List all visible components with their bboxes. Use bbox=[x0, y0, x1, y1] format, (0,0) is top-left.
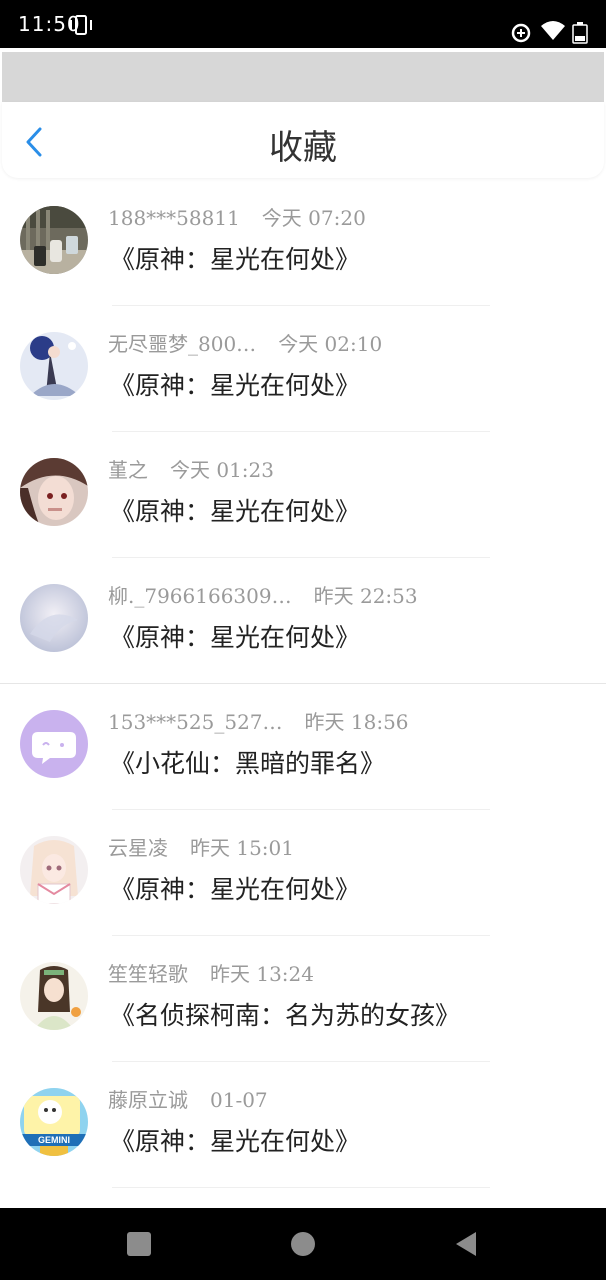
user-name: 堇之 bbox=[108, 458, 148, 482]
timestamp: 昨天 18:56 bbox=[304, 710, 409, 734]
avatar bbox=[20, 584, 88, 652]
timestamp: 昨天 15:01 bbox=[190, 836, 294, 860]
avatar bbox=[20, 710, 88, 778]
timestamp: 今天 01:23 bbox=[170, 458, 274, 482]
list-item[interactable]: 堇之 今天 01:23 《原神：星光在何处》 bbox=[0, 432, 606, 558]
item-title: 《原神：星光在何处》 bbox=[110, 497, 361, 526]
item-title: 《原神：星光在何处》 bbox=[110, 371, 361, 400]
item-title: 《原神：星光在何处》 bbox=[110, 245, 361, 274]
user-name: 无尽噩梦_800… bbox=[108, 332, 257, 356]
item-title: 《原神：星光在何处》 bbox=[110, 623, 361, 652]
divider bbox=[112, 1187, 490, 1188]
avatar-badge-text: GEMINI bbox=[38, 1135, 70, 1145]
timestamp: 昨天 22:53 bbox=[313, 584, 418, 608]
list-item[interactable]: GEMINI 藤原立诚 01-07 《原神：星光在何处》 bbox=[0, 1062, 606, 1188]
home-button[interactable] bbox=[291, 1232, 315, 1256]
page-title: 收藏 bbox=[269, 128, 337, 168]
top-banner-placeholder bbox=[2, 52, 604, 102]
avatar bbox=[20, 962, 88, 1030]
avatar bbox=[20, 836, 88, 904]
item-meta: 153***525_527… 昨天 18:56 bbox=[108, 706, 409, 735]
item-meta: 柳._7966166309… 昨天 22:53 bbox=[108, 580, 418, 609]
timestamp: 01-07 bbox=[210, 1088, 268, 1112]
user-name: 188***58811 bbox=[108, 206, 240, 230]
user-name: 柳._7966166309… bbox=[108, 584, 292, 608]
list-item[interactable]: 153***525_527… 昨天 18:56 《小花仙：黑暗的罪名》 bbox=[0, 684, 606, 810]
item-title: 《原神：星光在何处》 bbox=[110, 1127, 361, 1156]
avatar bbox=[20, 458, 88, 526]
header-bar: 收藏 bbox=[2, 102, 604, 178]
recent-apps-button[interactable] bbox=[127, 1232, 151, 1256]
wifi-icon bbox=[541, 21, 565, 40]
timestamp: 今天 02:10 bbox=[278, 332, 383, 356]
list-item[interactable]: 无尽噩梦_800… 今天 02:10 《原神：星光在何处》 bbox=[0, 306, 606, 432]
user-name: 153***525_527… bbox=[108, 710, 283, 734]
data-saver-icon bbox=[511, 23, 531, 43]
favorites-list: 188***58811 今天 07:20 《原神：星光在何处》 无尽噩梦_800…… bbox=[0, 180, 606, 1208]
item-title: 《名侦探柯南：名为苏的女孩》 bbox=[110, 1001, 461, 1030]
timestamp: 今天 07:20 bbox=[261, 206, 366, 230]
list-item[interactable]: 笙笙轻歌 昨天 13:24 《名侦探柯南：名为苏的女孩》 bbox=[0, 936, 606, 1062]
avatar bbox=[20, 206, 88, 274]
user-name: 云星凌 bbox=[108, 836, 168, 860]
status-bar: 11:50 bbox=[0, 0, 606, 48]
item-meta: 无尽噩梦_800… 今天 02:10 bbox=[108, 328, 382, 357]
item-meta: 笙笙轻歌 昨天 13:24 bbox=[108, 958, 314, 987]
avatar: GEMINI bbox=[20, 1088, 88, 1156]
battery-icon bbox=[572, 22, 588, 44]
user-name: 笙笙轻歌 bbox=[108, 962, 188, 986]
item-meta: 藤原立诚 01-07 bbox=[108, 1084, 268, 1113]
user-name: 藤原立诚 bbox=[108, 1088, 188, 1112]
system-navigation-bar bbox=[0, 1208, 606, 1280]
avatar bbox=[20, 332, 88, 400]
item-title: 《原神：星光在何处》 bbox=[110, 875, 361, 904]
vibrate-icon bbox=[70, 15, 92, 35]
timestamp: 昨天 13:24 bbox=[210, 962, 314, 986]
item-meta: 堇之 今天 01:23 bbox=[108, 454, 274, 483]
item-meta: 云星凌 昨天 15:01 bbox=[108, 832, 294, 861]
item-meta: 188***58811 今天 07:20 bbox=[108, 202, 366, 231]
list-item[interactable]: 188***58811 今天 07:20 《原神：星光在何处》 bbox=[0, 180, 606, 306]
list-item[interactable]: 柳._7966166309… 昨天 22:53 《原神：星光在何处》 bbox=[0, 558, 606, 684]
list-item[interactable]: 云星凌 昨天 15:01 《原神：星光在何处》 bbox=[0, 810, 606, 936]
back-triangle-icon[interactable] bbox=[454, 1230, 478, 1258]
item-title: 《小花仙：黑暗的罪名》 bbox=[110, 749, 386, 778]
